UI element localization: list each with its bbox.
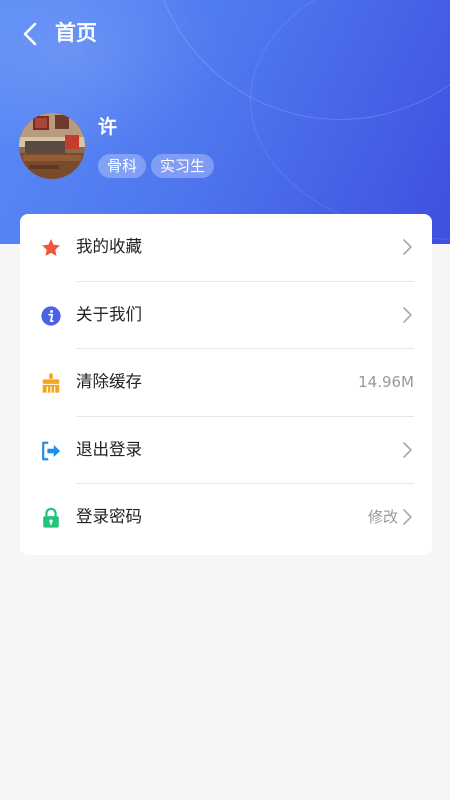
back-button[interactable]: [16, 19, 46, 49]
menu-item-label: 清除缓存: [76, 372, 142, 391]
menu-item-label: 退出登录: [76, 439, 142, 459]
menu-item-accessory: [400, 302, 414, 328]
menu-item-accessory: [400, 234, 414, 260]
menu-item-favorites[interactable]: 我的收藏: [20, 214, 414, 282]
page-title: 首页: [55, 21, 97, 45]
menu-item-accessory: 14.96M: [358, 369, 414, 395]
logout-icon: [40, 440, 62, 462]
cache-size: 14.96M: [358, 373, 414, 391]
menu-item-label: 关于我们: [76, 304, 142, 324]
menu-item-login-password[interactable]: 登录密码 修改: [20, 484, 414, 552]
info-icon: [40, 305, 62, 327]
profile-screen: 首页 许 骨科 实习生 我的收藏 关于我们 清除缓存 14.96M 退出登录 登…: [0, 0, 450, 800]
top-nav-bar: 首页: [0, 0, 450, 66]
menu-item-accessory: 修改: [368, 504, 414, 530]
menu-item-accessory: [400, 437, 414, 463]
menu-card: 我的收藏 关于我们 清除缓存 14.96M 退出登录 登录密码 修改: [20, 214, 432, 555]
chevron-right-icon: [403, 441, 412, 458]
menu-item-logout[interactable]: 退出登录: [20, 417, 414, 485]
chevron-right-icon: [403, 306, 412, 323]
menu-item-clear-cache[interactable]: 清除缓存 14.96M: [20, 349, 414, 417]
chevron-left-icon: [23, 22, 37, 46]
lock-icon: [40, 507, 62, 529]
user-tags: 骨科 实习生: [98, 154, 215, 178]
modify-link[interactable]: 修改: [368, 504, 398, 530]
broom-icon: [40, 372, 62, 394]
menu-item-label: 我的收藏: [76, 237, 142, 256]
user-name: 许: [98, 116, 118, 138]
tag-department: 骨科: [98, 154, 147, 178]
chevron-right-icon: [403, 509, 412, 525]
menu-item-about[interactable]: 关于我们: [20, 282, 414, 350]
tag-role: 实习生: [151, 154, 215, 178]
star-icon: [40, 237, 62, 259]
avatar-photo: [19, 113, 85, 179]
menu-item-label: 登录密码: [76, 507, 142, 526]
avatar[interactable]: [19, 113, 85, 179]
chevron-right-icon: [403, 239, 412, 255]
